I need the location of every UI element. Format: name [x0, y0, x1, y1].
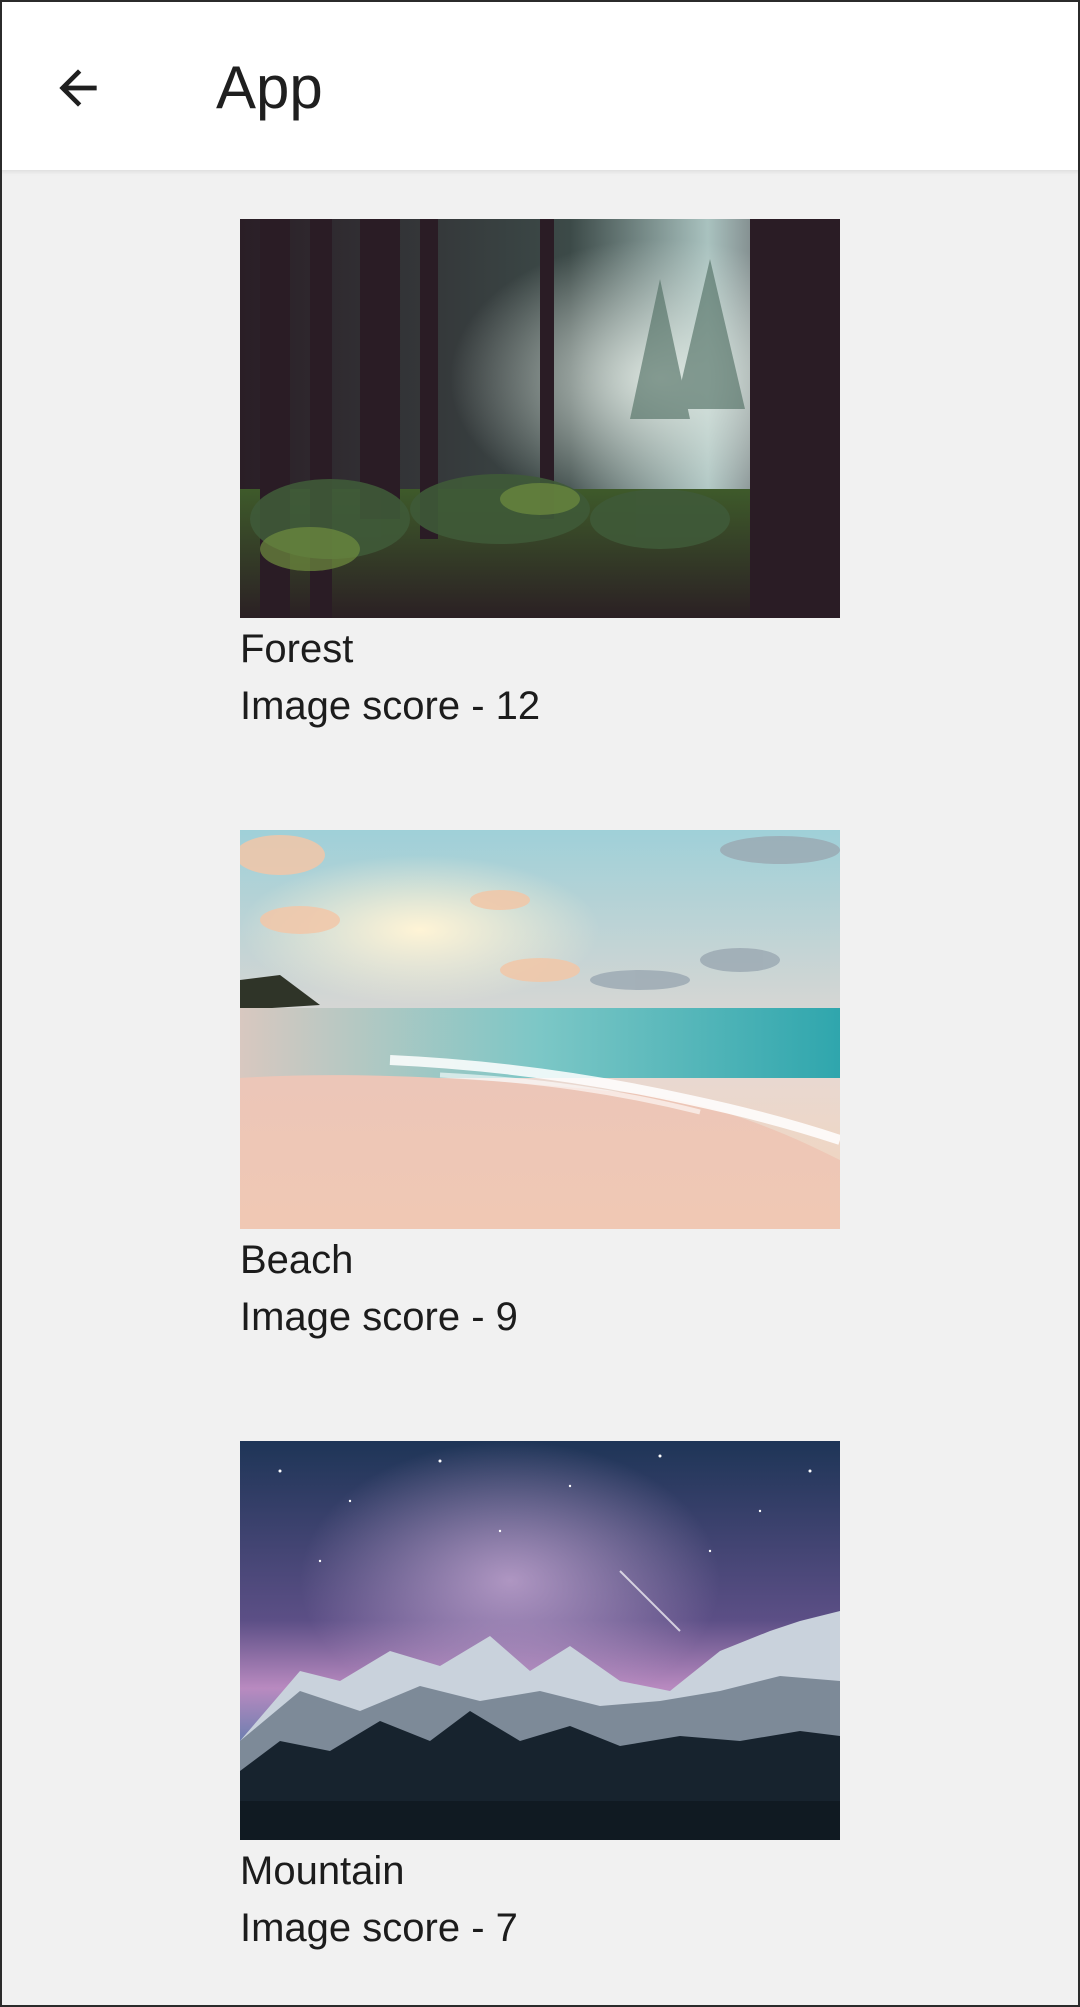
mountain-image[interactable]	[240, 1441, 840, 1840]
app-bar: App	[0, 0, 1080, 170]
forest-image[interactable]	[240, 219, 840, 618]
beach-image[interactable]	[240, 830, 840, 1229]
image-title: Mountain	[240, 1849, 405, 1893]
image-title: Beach	[240, 1238, 354, 1282]
page-title: App	[216, 54, 323, 121]
image-score: Image score - 12	[240, 684, 541, 728]
image-card-mountain[interactable]: Mountain Image score - 7	[240, 1441, 840, 1957]
arrow-back-icon	[59, 69, 97, 107]
back-button[interactable]	[40, 50, 116, 126]
image-title: Forest	[240, 627, 354, 671]
image-score: Image score - 7	[240, 1906, 518, 1950]
image-score: Image score - 9	[240, 1295, 518, 1339]
image-card-forest[interactable]: Forest Image score - 12	[240, 219, 840, 735]
image-card-beach[interactable]: Beach Image score - 9	[240, 830, 840, 1346]
